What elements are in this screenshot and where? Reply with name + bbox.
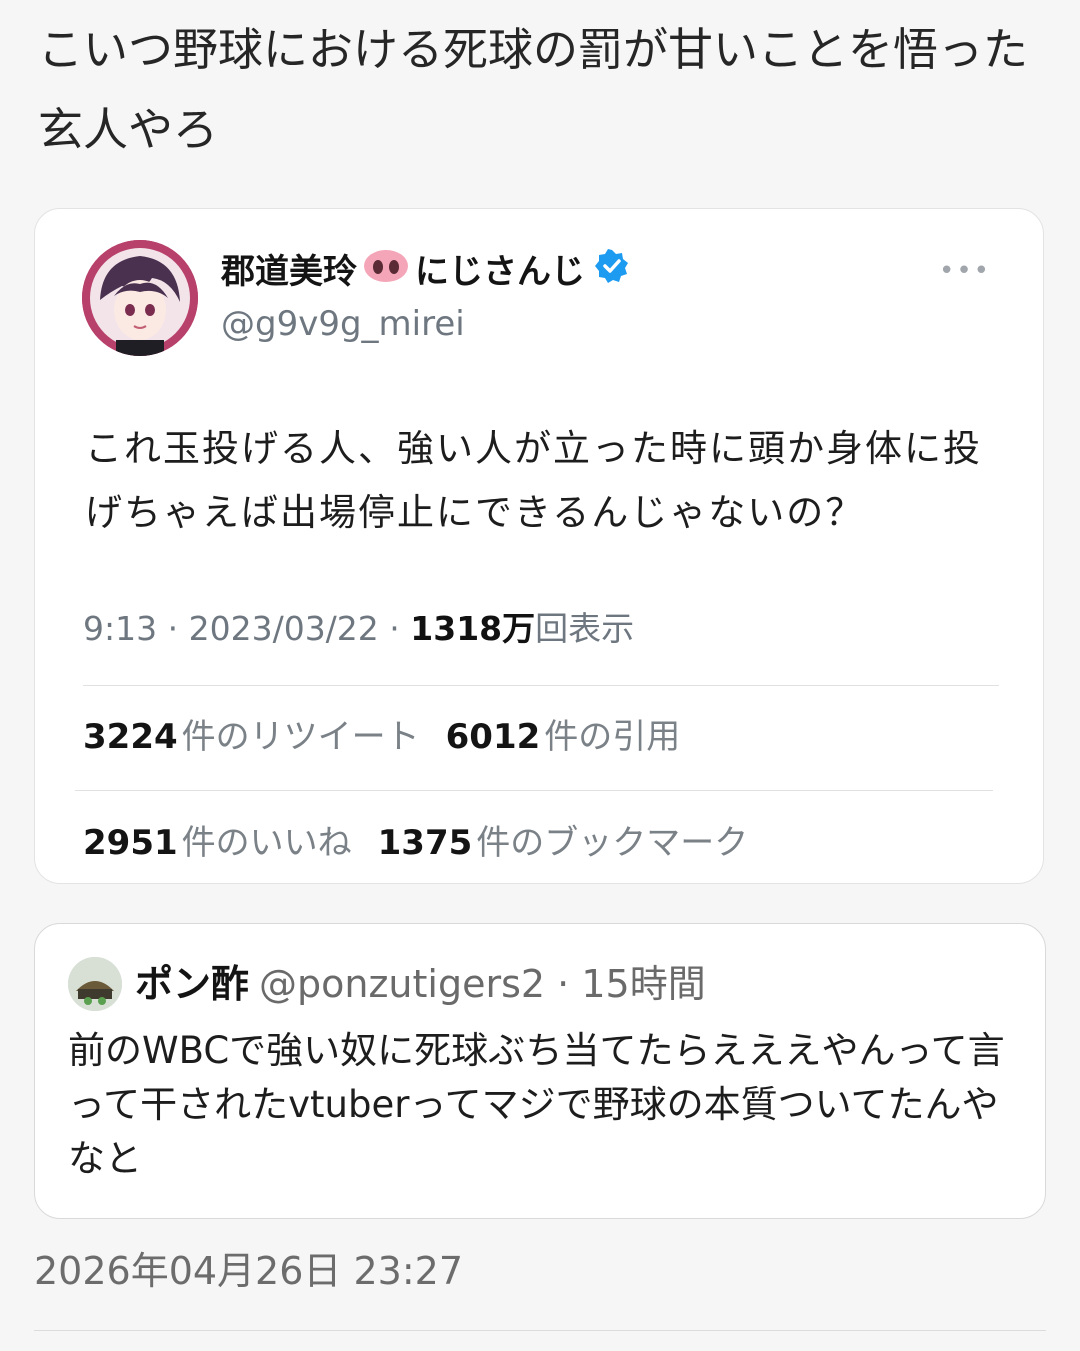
display-name[interactable]: 郡道美玲 にじさんじ xyxy=(221,249,629,295)
tweet-date[interactable]: 2023/03/22 xyxy=(189,609,379,648)
divider xyxy=(34,1330,1046,1331)
views-label: 回表示 xyxy=(535,609,635,648)
quote-handle[interactable]: @ponzutigers2 xyxy=(259,962,545,1006)
post-text: こいつ野球における死球の罰が甘いことを悟った玄人やろ xyxy=(38,23,1029,156)
tweet-meta: 9:13 · 2023/03/22 · 1318万回表示 xyxy=(83,609,635,648)
post-timestamp: 2026年04月26日 23:27 xyxy=(34,1249,464,1293)
views-count: 1318万 xyxy=(410,609,536,648)
quote-body: 前のWBCで強い奴に死球ぶち当てたらえええやんって言って干されたvtuberって… xyxy=(68,1029,1005,1180)
tweet-body: これ玉投げる人、強い人が立った時に頭か身体に投げちゃえば出場停止にできるんじゃな… xyxy=(85,427,982,534)
quote-header: ポン酢 @ponzutigers2 · 15時間 xyxy=(135,956,706,1012)
avatar[interactable] xyxy=(82,240,198,356)
retweets-label: 件のリツイート xyxy=(181,717,420,757)
display-name-text: 郡道美玲 xyxy=(221,252,357,292)
stats-row-retweets: 3224 件のリツイート 6012 件の引用 xyxy=(83,714,680,760)
bookmarks-count: 1375 xyxy=(377,823,473,863)
likes-count: 2951 xyxy=(83,823,178,863)
divider xyxy=(75,790,993,791)
embedded-tweet-card[interactable]: 郡道美玲 にじさんじ @g9v9g_mirei ••• これ玉投げる人、強い人が… xyxy=(34,208,1044,884)
quotes-label: 件の引用 xyxy=(544,717,681,757)
more-horizontal-icon[interactable]: ••• xyxy=(939,258,991,284)
likes-label: 件のいいね xyxy=(181,823,352,863)
divider xyxy=(83,685,999,686)
bookmarks-label: 件のブックマーク xyxy=(476,823,749,863)
tweet-time[interactable]: 9:13 xyxy=(83,609,157,648)
quotes-stat[interactable]: 6012 件の引用 xyxy=(446,717,681,757)
quote-avatar[interactable] xyxy=(68,957,122,1011)
handle[interactable]: @g9v9g_mirei xyxy=(221,301,465,347)
quote-separator: · xyxy=(557,962,570,1006)
quote-time-ago[interactable]: 15時間 xyxy=(581,962,705,1006)
pig-nose-icon xyxy=(363,249,409,295)
retweets-count: 3224 xyxy=(83,717,178,757)
display-name-suffix: にじさんじ xyxy=(415,252,585,292)
retweets-stat[interactable]: 3224 件のリツイート xyxy=(83,717,420,757)
quote-name[interactable]: ポン酢 xyxy=(135,962,249,1006)
quoted-post-card[interactable]: ポン酢 @ponzutigers2 · 15時間 前のWBCで強い奴に死球ぶち当て… xyxy=(34,923,1046,1219)
stats-row-likes: 2951 件のいいね 1375 件のブックマーク xyxy=(83,820,748,866)
likes-stat[interactable]: 2951 件のいいね xyxy=(83,823,352,863)
quotes-count: 6012 xyxy=(445,717,541,757)
bookmarks-stat[interactable]: 1375 件のブックマーク xyxy=(378,823,749,863)
verified-badge-icon xyxy=(595,249,629,295)
